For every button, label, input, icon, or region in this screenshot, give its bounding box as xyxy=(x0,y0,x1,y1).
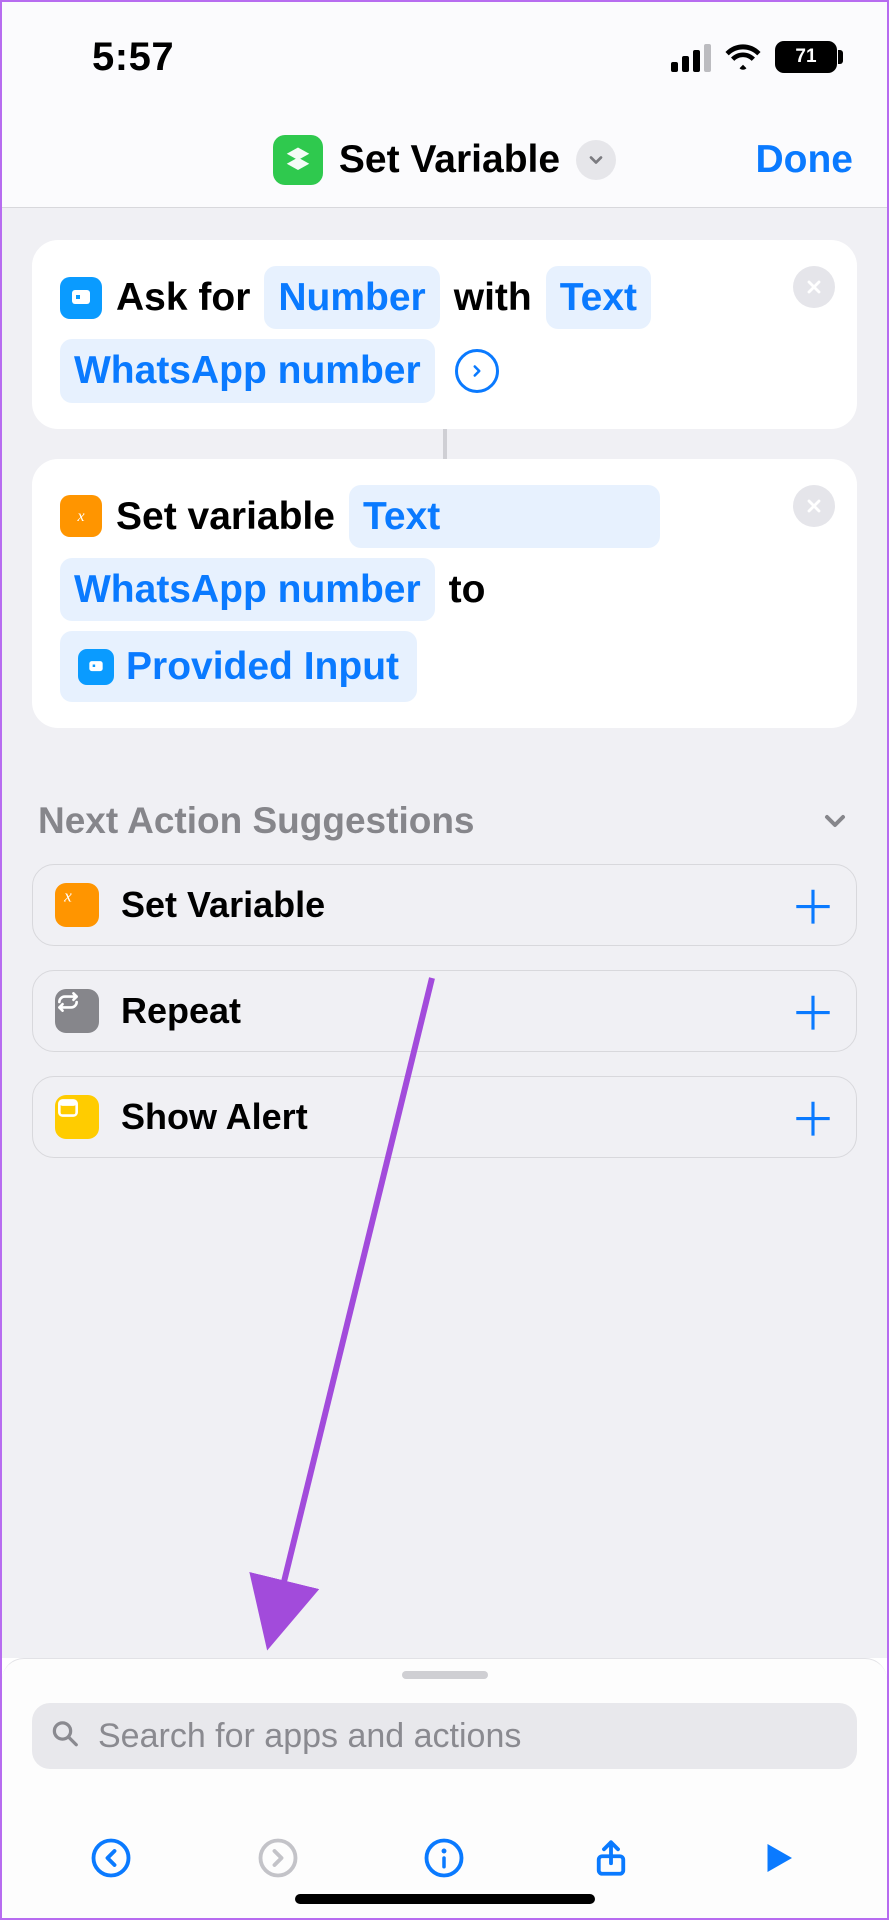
suggestions-header[interactable]: Next Action Suggestions xyxy=(38,800,851,842)
suggestion-show-alert[interactable]: Show Alert ＋ xyxy=(32,1076,857,1158)
shortcuts-app-icon xyxy=(273,135,323,185)
chevron-down-icon[interactable] xyxy=(576,140,616,180)
action-ask-for-input[interactable]: Ask for Number with Text WhatsApp number xyxy=(32,240,857,429)
sheet-grabber[interactable] xyxy=(402,1671,488,1679)
disclose-icon[interactable] xyxy=(455,349,499,393)
page-title: Set Variable xyxy=(339,138,560,182)
action-mid: to xyxy=(449,560,486,619)
variable-name-value[interactable]: WhatsApp number xyxy=(60,558,435,621)
suggestion-label: Set Variable xyxy=(121,884,325,926)
ask-type-token[interactable]: Number xyxy=(264,266,439,329)
wifi-icon xyxy=(725,43,761,71)
search-icon xyxy=(50,1719,80,1754)
svg-text:x: x xyxy=(63,887,72,906)
shortcut-editor: Ask for Number with Text WhatsApp number… xyxy=(2,208,887,1658)
provided-input-icon xyxy=(78,649,114,685)
done-button[interactable]: Done xyxy=(756,138,854,182)
chevron-down-icon[interactable] xyxy=(819,805,851,837)
add-suggestion-button[interactable]: ＋ xyxy=(790,978,836,1044)
variable-icon: x xyxy=(60,495,102,537)
status-indicators: 71 xyxy=(671,41,837,73)
ask-prompt-token[interactable]: WhatsApp number xyxy=(60,339,435,402)
home-indicator xyxy=(295,1894,595,1904)
delete-action-button[interactable] xyxy=(793,485,835,527)
share-button[interactable] xyxy=(580,1827,642,1894)
alert-icon xyxy=(55,1095,99,1139)
action-label: Set variable xyxy=(116,487,335,546)
run-button[interactable] xyxy=(747,1827,809,1894)
redo-button[interactable] xyxy=(247,1827,309,1894)
ask-input-icon xyxy=(60,277,102,319)
suggestion-repeat[interactable]: Repeat ＋ xyxy=(32,970,857,1052)
action-mid: with xyxy=(454,268,532,327)
svg-text:x: x xyxy=(76,508,84,525)
status-bar: 5:57 71 xyxy=(2,2,887,112)
add-suggestion-button[interactable]: ＋ xyxy=(790,872,836,938)
repeat-icon xyxy=(55,989,99,1033)
variable-icon: x xyxy=(55,883,99,927)
search-input[interactable] xyxy=(32,1703,857,1769)
nav-bar: Set Variable Done xyxy=(2,112,887,208)
variable-name-token[interactable]: Text xyxy=(349,485,660,548)
status-time: 5:57 xyxy=(92,35,174,80)
cellular-icon xyxy=(671,42,711,72)
battery-indicator: 71 xyxy=(775,41,837,73)
delete-action-button[interactable] xyxy=(793,266,835,308)
info-button[interactable] xyxy=(413,1827,475,1894)
add-suggestion-button[interactable]: ＋ xyxy=(790,1084,836,1150)
suggestion-label: Repeat xyxy=(121,990,241,1032)
action-label: Ask for xyxy=(116,268,250,327)
action-connector xyxy=(443,429,447,459)
search-sheet xyxy=(2,1658,887,1802)
suggestions-title: Next Action Suggestions xyxy=(38,800,475,842)
ask-with-token[interactable]: Text xyxy=(546,266,651,329)
nav-title-group[interactable]: Set Variable xyxy=(273,135,616,185)
suggestion-label: Show Alert xyxy=(121,1096,308,1138)
action-set-variable[interactable]: x Set variable Text WhatsApp number to P… xyxy=(32,459,857,729)
undo-button[interactable] xyxy=(80,1827,142,1894)
suggestion-set-variable[interactable]: x Set Variable ＋ xyxy=(32,864,857,946)
variable-value-token[interactable]: Provided Input xyxy=(60,631,417,702)
